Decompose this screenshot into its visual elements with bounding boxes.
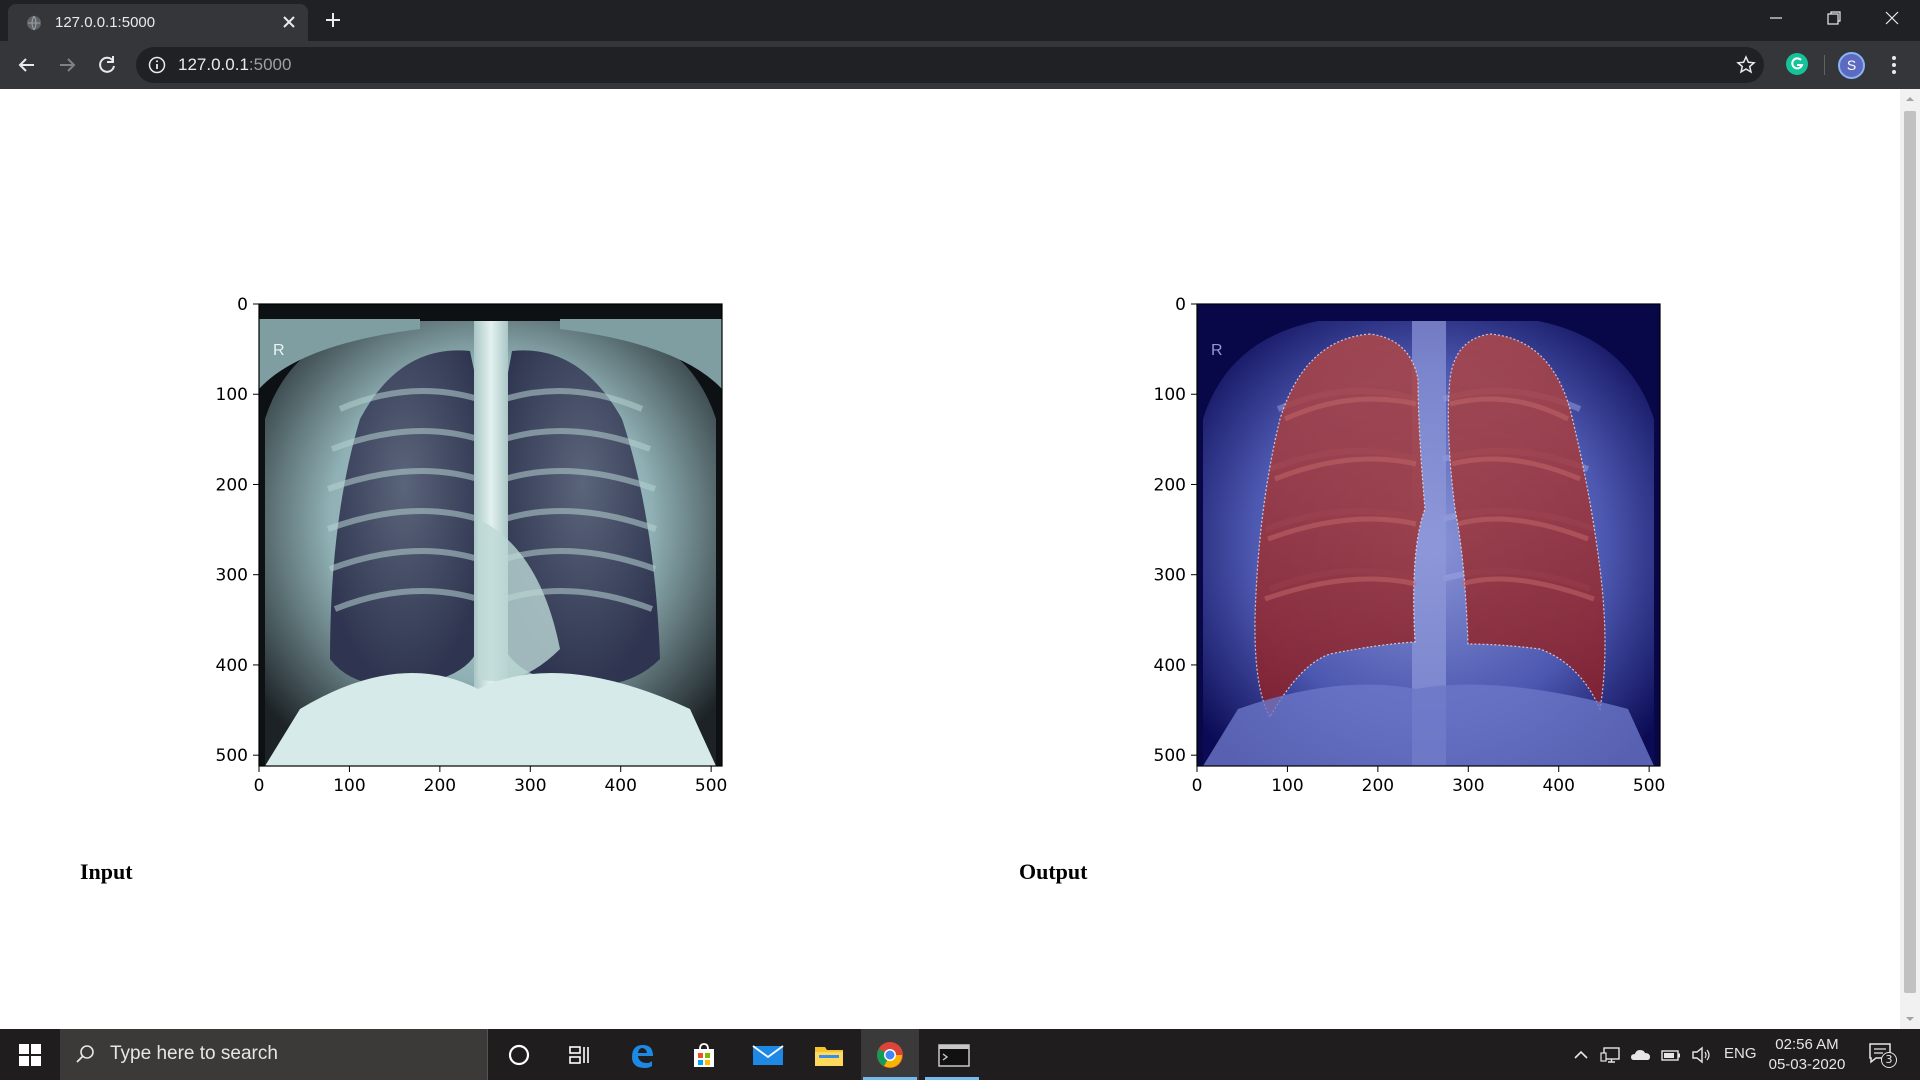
mail-envelope-icon [752,1045,784,1065]
page-content: R 0 100 200 300 400 500 0 100 200 300 400 500 [0,89,1900,1029]
url-text: 127.0.0.1:5000 [178,55,291,75]
network-monitor-icon[interactable] [1600,1044,1622,1066]
taskbar-search-box[interactable]: Type here to search [60,1029,488,1080]
restore-button[interactable] [1806,0,1862,36]
action-center-button[interactable]: 3 [1868,1042,1897,1068]
input-xray-image: R [259,304,722,766]
profile-avatar[interactable]: S [1838,52,1865,79]
input-xtick-label-5: 500 [695,776,727,796]
volume-speaker-icon[interactable] [1690,1044,1712,1066]
chrome-taskbar-button[interactable] [861,1029,919,1080]
restore-icon [1827,11,1841,25]
scroll-down-arrow-icon[interactable] [1900,1009,1920,1029]
grammarly-extension-icon[interactable] [1785,52,1809,76]
tab-title: 127.0.0.1:5000 [55,14,156,31]
input-figure: R 0 100 200 300 400 500 0 100 200 300 400 500 [216,295,728,796]
address-bar[interactable]: 127.0.0.1:5000 [136,47,1764,83]
browser-tab-strip: 127.0.0.1:5000 [0,0,1920,41]
output-segmentation-image: R [1197,304,1660,766]
kebab-menu-icon[interactable] [1884,53,1904,77]
input-language-indicator[interactable]: ENG [1724,1045,1757,1062]
microsoft-store-button[interactable] [675,1029,733,1080]
output-ytick-label-4: 400 [1154,656,1186,676]
cortana-button[interactable] [490,1029,548,1080]
url-host: 127.0.0.1 [178,55,249,74]
input-ytick-label-1: 100 [216,385,248,405]
input-ytick-label-0: 0 [237,295,248,315]
info-icon[interactable] [148,56,166,74]
search-icon [76,1045,94,1063]
input-xtick-label-3: 300 [514,776,546,796]
input-xtick-label-1: 100 [333,776,365,796]
input-xtick-label-0: 0 [254,776,265,796]
search-placeholder: Type here to search [110,1043,278,1064]
terminal-taskbar-button[interactable] [923,1029,981,1080]
file-explorer-button[interactable] [799,1029,857,1080]
minimize-icon [1770,17,1782,19]
taskbar-clock[interactable]: 02:56 AM 05-03-2020 [1762,1035,1852,1075]
input-ytick-label-4: 400 [216,656,248,676]
toolbar-separator [1824,55,1825,75]
close-tab-icon[interactable] [280,13,298,31]
globe-icon [27,15,41,31]
start-button[interactable] [0,1029,60,1080]
task-view-icon [569,1046,589,1064]
output-xtick-label-5: 500 [1633,776,1665,796]
onedrive-cloud-icon[interactable] [1630,1044,1652,1066]
input-xtick-label-2: 200 [424,776,456,796]
store-bag-icon [694,1043,714,1067]
new-tab-icon[interactable] [323,10,343,30]
output-ytick-label-1: 100 [1154,385,1186,405]
url-port: :5000 [248,55,292,74]
output-xtick-label-2: 200 [1362,776,1394,796]
output-ytick-label-2: 200 [1154,475,1186,495]
scrollbar-thumb[interactable] [1904,111,1916,993]
output-ytick-label-5: 500 [1154,746,1186,766]
input-xtick-label-4: 400 [604,776,636,796]
clock-date: 05-03-2020 [1768,1056,1846,1073]
close-window-button[interactable] [1864,0,1920,36]
edge-browser-button[interactable] [613,1029,671,1080]
input-ytick-label-5: 500 [216,746,248,766]
output-xtick-label-1: 100 [1271,776,1303,796]
output-xtick-label-3: 300 [1452,776,1484,796]
input-r-marker: R [273,342,285,359]
reload-icon[interactable] [94,52,120,78]
bookmark-star-icon[interactable] [1736,55,1756,75]
browser-tab[interactable]: 127.0.0.1:5000 [8,4,308,41]
page-scrollbar[interactable] [1900,89,1920,1029]
notification-count-badge: 3 [1881,1052,1897,1068]
output-xtick-label-4: 400 [1542,776,1574,796]
cortana-circle-icon [508,1044,530,1066]
windows-logo-icon [19,1044,41,1066]
forward-arrow-icon[interactable] [54,52,80,78]
clock-time: 02:56 AM [1775,1036,1839,1053]
output-r-marker: R [1211,342,1223,359]
task-view-button[interactable] [551,1029,609,1080]
output-xtick-label-0: 0 [1192,776,1203,796]
input-ytick-label-2: 200 [216,475,248,495]
scroll-up-arrow-icon[interactable] [1900,89,1920,109]
mail-app-button[interactable] [737,1029,795,1080]
windows-taskbar: Type here to search ENG 02:56 AM 05-03-2… [0,1029,1920,1080]
folder-icon [815,1047,843,1066]
battery-icon[interactable] [1660,1044,1682,1066]
chrome-icon [877,1042,903,1068]
minimize-button[interactable] [1748,0,1804,36]
output-label: Output [1019,859,1088,884]
input-ytick-label-3: 300 [216,566,248,586]
output-ytick-label-0: 0 [1175,295,1186,315]
back-arrow-icon[interactable] [14,52,40,78]
edge-icon [632,1045,653,1068]
terminal-window-icon [938,1044,970,1067]
browser-toolbar: 127.0.0.1:5000 S [0,41,1920,89]
output-ytick-label-3: 300 [1154,566,1186,586]
close-icon [1885,11,1899,25]
input-label: Input [80,859,133,884]
output-figure: R 0 100 200 300 400 500 0 100 200 300 400 500 [1154,295,1666,796]
show-hidden-icons-chevron-icon[interactable] [1570,1044,1592,1066]
